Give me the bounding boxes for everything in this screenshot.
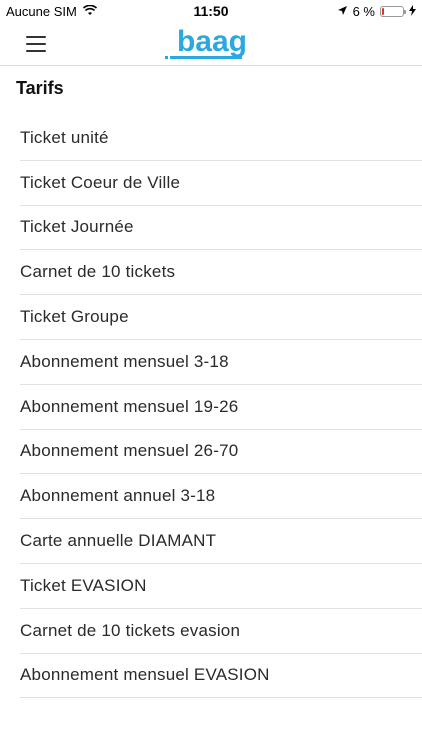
nav-bar: baag: [0, 22, 422, 66]
tariff-label: Abonnement mensuel 26-70: [20, 441, 239, 461]
tariff-list: Ticket unité Ticket Coeur de Ville Ticket …: [20, 116, 422, 699]
tariff-list-item[interactable]: Abonnement mensuel 19-26: [20, 385, 422, 430]
status-bar: Aucune SIM 11:50 6 %: [0, 0, 422, 22]
tariff-list-item[interactable]: Carnet de 10 tickets: [20, 250, 422, 296]
tariff-label: Abonnement mensuel 19-26: [20, 396, 239, 416]
tariff-label: Carte annuelle DIAMANT: [20, 531, 217, 551]
hamburger-line: [26, 43, 46, 45]
logo-text: baag: [177, 25, 247, 58]
tariff-list-item[interactable]: Abonnement annuel 3-18: [20, 474, 422, 520]
tariff-label: Abonnement mensuel 3-18: [20, 351, 229, 371]
battery-percent: 6 %: [352, 4, 375, 19]
tariff-list-item[interactable]: Abonnement mensuel 3-18: [20, 340, 422, 385]
tariff-list-item[interactable]: Ticket Groupe: [20, 295, 422, 340]
hamburger-icon: [26, 36, 46, 38]
status-right: 6 %: [337, 4, 416, 19]
tariff-label: Carnet de 10 tickets: [20, 262, 176, 282]
tariff-list-item[interactable]: Carnet de 10 tickets evasion: [20, 609, 422, 654]
battery-level-fill: [382, 8, 384, 15]
tariff-list-item[interactable]: Ticket EVASION: [20, 564, 422, 609]
charging-bolt-icon: [409, 4, 416, 19]
tariff-label: Ticket Groupe: [20, 307, 129, 327]
tariff-list-item[interactable]: Carte annuelle DIAMANT: [20, 519, 422, 564]
tariff-list-item[interactable]: Ticket Journée: [20, 206, 422, 251]
tariff-label: Ticket Journée: [20, 217, 134, 237]
tariff-label: Ticket EVASION: [20, 575, 147, 595]
location-arrow-icon: [337, 4, 348, 19]
page-title: Tarifs: [16, 78, 64, 98]
tariff-label: Carnet de 10 tickets evasion: [20, 620, 241, 640]
brand-logo: baag: [164, 22, 260, 64]
battery-icon: [380, 6, 406, 17]
tariff-label: Ticket Coeur de Ville: [20, 172, 181, 192]
tariff-list-item[interactable]: Abonnement mensuel EVASION: [20, 654, 422, 699]
tariff-list-item[interactable]: Abonnement mensuel 26-70: [20, 430, 422, 475]
menu-button[interactable]: [26, 36, 46, 52]
tariff-list-item[interactable]: Ticket Coeur de Ville: [20, 161, 422, 206]
tariff-label: Ticket unité: [20, 127, 109, 147]
tariff-list-item[interactable]: Ticket unité: [20, 116, 422, 161]
tariff-label: Abonnement mensuel EVASION: [20, 665, 270, 685]
tariff-label: Abonnement annuel 3-18: [20, 486, 216, 506]
hamburger-line: [26, 50, 46, 52]
